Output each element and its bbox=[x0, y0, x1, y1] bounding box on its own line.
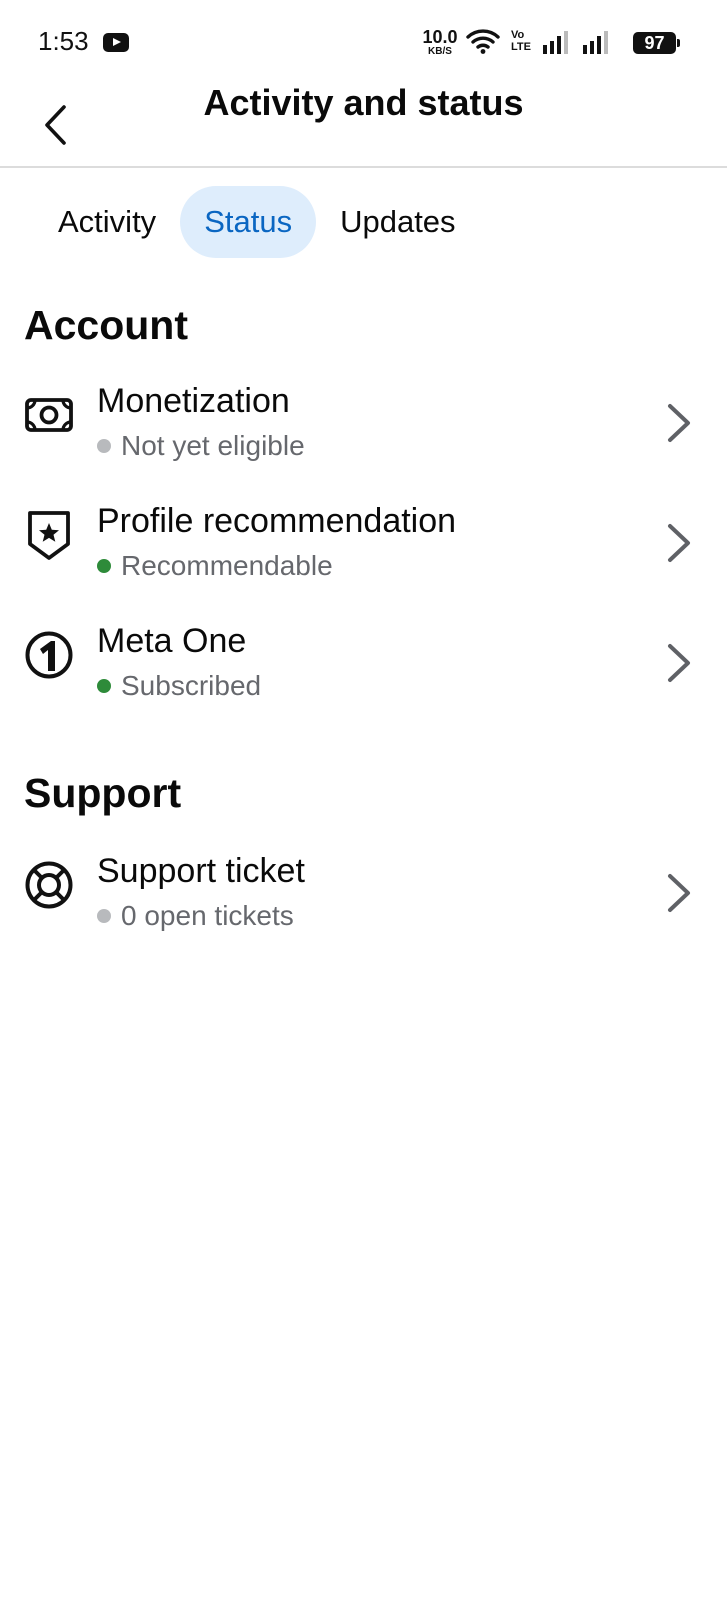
monetization-status: Not yet eligible bbox=[97, 430, 305, 462]
youtube-icon bbox=[103, 33, 129, 52]
meta-one-icon bbox=[25, 631, 73, 679]
tab-updates[interactable]: Updates bbox=[316, 186, 479, 258]
tab-activity[interactable]: Activity bbox=[34, 186, 180, 258]
shield-star-icon bbox=[28, 511, 70, 560]
battery-indicator: 97 bbox=[633, 32, 680, 54]
chevron-right-icon bbox=[668, 874, 690, 912]
status-dot bbox=[97, 679, 111, 693]
monetization-title: Monetization bbox=[97, 382, 290, 420]
chevron-right-icon bbox=[668, 644, 690, 682]
meta-one-title: Meta One bbox=[97, 622, 247, 660]
list-item-monetization[interactable]: Monetization Not yet eligible bbox=[0, 382, 727, 492]
support-ticket-status: 0 open tickets bbox=[97, 900, 294, 932]
tab-status[interactable]: Status bbox=[180, 186, 317, 258]
signal-icon-sim1 bbox=[543, 31, 568, 54]
volte-indicator: Vo LTE bbox=[511, 29, 531, 53]
tab-bar: Activity Status Updates bbox=[34, 186, 480, 258]
page-title: Activity and status bbox=[203, 82, 524, 123]
list-item-meta-one[interactable]: Meta One Subscribed bbox=[0, 622, 727, 732]
support-ticket-status-text: 0 open tickets bbox=[121, 900, 294, 931]
app-header: Activity and status bbox=[0, 80, 727, 168]
profile-recommendation-title: Profile recommendation bbox=[97, 502, 457, 540]
chevron-right-icon bbox=[668, 404, 690, 442]
list-item-support-ticket[interactable]: Support ticket 0 open tickets bbox=[0, 852, 727, 962]
meta-one-status: Subscribed bbox=[97, 670, 261, 702]
status-time: 1:53 bbox=[38, 26, 89, 56]
status-dot bbox=[97, 559, 111, 573]
money-bill-icon bbox=[25, 398, 73, 432]
network-speed: 10.0 KB/S bbox=[421, 28, 459, 57]
monetization-status-text: Not yet eligible bbox=[121, 430, 305, 461]
wifi-icon bbox=[466, 29, 500, 54]
section-title-support: Support bbox=[24, 770, 182, 816]
lifebuoy-icon bbox=[25, 861, 73, 909]
list-item-profile-recommendation[interactable]: Profile recommendation Recommendable bbox=[0, 502, 727, 612]
status-dot bbox=[97, 439, 111, 453]
volte-bottom: LTE bbox=[511, 41, 531, 53]
support-ticket-title: Support ticket bbox=[97, 852, 305, 890]
profile-recommendation-status-text: Recommendable bbox=[121, 550, 333, 581]
volte-top: Vo bbox=[511, 29, 525, 41]
section-title-account: Account bbox=[24, 302, 188, 348]
network-speed-value: 10.0 bbox=[422, 27, 458, 47]
profile-recommendation-status: Recommendable bbox=[97, 550, 333, 582]
network-speed-unit: KB/S bbox=[428, 46, 452, 57]
signal-icon-sim2 bbox=[583, 31, 608, 54]
chevron-right-icon bbox=[668, 524, 690, 562]
meta-one-status-text: Subscribed bbox=[121, 670, 262, 701]
status-dot bbox=[97, 909, 111, 923]
status-bar: 1:53 10.0 KB/S Vo LTE 97 bbox=[0, 0, 727, 80]
